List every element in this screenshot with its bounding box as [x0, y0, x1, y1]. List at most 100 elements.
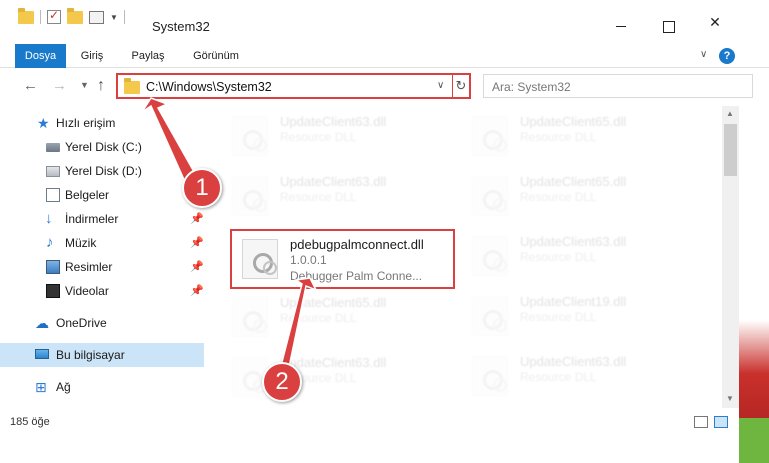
- dll-file-icon: [232, 116, 268, 156]
- pin-icon[interactable]: 📌: [190, 255, 204, 279]
- scroll-down-icon[interactable]: ▼: [726, 394, 734, 403]
- file-description: Resource DLL: [520, 250, 597, 264]
- sidebar-item-documents[interactable]: Belgeler: [0, 183, 204, 207]
- dll-file-icon: [472, 236, 508, 276]
- file-description: Resource DLL: [520, 190, 597, 204]
- music-icon: ♪: [46, 234, 54, 251]
- new-folder-icon[interactable]: [67, 7, 83, 24]
- sidebar-item-pictures[interactable]: Resimler 📌: [0, 255, 204, 279]
- chevron-down-icon[interactable]: ∨: [437, 80, 444, 91]
- properties-check-icon[interactable]: [47, 8, 61, 24]
- close-button[interactable]: ✕: [692, 14, 738, 40]
- sidebar-item-quick-access[interactable]: ★ Hızlı erişim: [0, 111, 204, 135]
- pin-icon[interactable]: 📌: [190, 231, 204, 255]
- sidebar-item-label: Ağ: [56, 380, 71, 394]
- tab-view[interactable]: Görünüm: [184, 44, 248, 68]
- sidebar-item-videos[interactable]: Videolar 📌: [0, 279, 204, 303]
- file-name: UpdateClient65.dll: [280, 295, 387, 310]
- address-text[interactable]: C:\Windows\System32: [146, 80, 272, 94]
- pin-icon[interactable]: 📌: [190, 207, 204, 231]
- status-bar: 185 öğe: [0, 408, 739, 463]
- dll-file-icon: [232, 176, 268, 216]
- help-icon[interactable]: ?: [719, 48, 735, 64]
- file-description: Resource DLL: [520, 130, 597, 144]
- sidebar-item-label: Yerel Disk (C:): [65, 140, 142, 154]
- search-input[interactable]: Ara: System32: [483, 74, 753, 98]
- dll-file-icon: [472, 176, 508, 216]
- item-count: 185 öğe: [10, 416, 50, 428]
- folder-icon: [124, 78, 140, 94]
- refresh-icon[interactable]: ↻: [452, 75, 469, 97]
- minimize-button[interactable]: [598, 14, 644, 40]
- tab-share[interactable]: Paylaş: [124, 44, 172, 68]
- desktop-background-accent: [739, 418, 769, 463]
- properties-icon[interactable]: [89, 10, 104, 24]
- file-description: Resource DLL: [280, 190, 357, 204]
- sidebar-item-onedrive[interactable]: ☁ OneDrive: [0, 311, 204, 335]
- sidebar-item-network[interactable]: ⊞ Ağ: [0, 375, 204, 399]
- file-item-pdebugpalmconnect[interactable]: pdebugpalmconnect.dll 1.0.0.1 Debugger P…: [230, 229, 455, 289]
- dll-file-icon: [472, 296, 508, 336]
- network-icon: ⊞: [35, 379, 47, 395]
- maximize-button[interactable]: [645, 14, 691, 40]
- document-icon: [46, 188, 60, 202]
- file-description: Resource DLL: [280, 130, 357, 144]
- scrollbar-thumb[interactable]: [724, 124, 737, 176]
- file-item[interactable]: UpdateClient65.dll Resource DLL: [222, 289, 447, 349]
- file-name: UpdateClient63.dll: [280, 174, 387, 189]
- address-bar[interactable]: C:\Windows\System32 ∨ ↻: [116, 73, 471, 99]
- dll-file-icon: [472, 356, 508, 396]
- sidebar-item-downloads[interactable]: ↓ İndirmeler 📌: [0, 207, 204, 231]
- chevron-down-icon[interactable]: ▼: [80, 80, 89, 90]
- details-view-icon[interactable]: [694, 416, 708, 428]
- file-name: UpdateClient63.dll: [280, 114, 387, 129]
- file-item[interactable]: UpdateClient63.dll Resource DLL: [222, 168, 447, 228]
- tab-file[interactable]: Dosya: [15, 44, 66, 68]
- tab-home[interactable]: Giriş: [72, 44, 112, 68]
- file-item[interactable]: UpdateClient63.dll Resource DLL: [462, 228, 687, 288]
- divider: [123, 10, 125, 24]
- sidebar-item-label: Resimler: [65, 260, 113, 274]
- search-placeholder: Ara: System32: [492, 80, 571, 94]
- drive-icon: [46, 143, 60, 152]
- sidebar-item-label: Belgeler: [65, 188, 110, 202]
- file-item[interactable]: UpdateClient63.dll Resource DLL: [462, 348, 687, 408]
- file-item[interactable]: UpdateClient65.dll Resource DLL: [462, 108, 687, 168]
- sidebar-item-local-disk-d[interactable]: Yerel Disk (D:): [0, 159, 204, 183]
- download-icon: ↓: [45, 210, 53, 227]
- sidebar-item-label: Hızlı erişim: [56, 116, 116, 130]
- sidebar-item-music[interactable]: ♪ Müzik 📌: [0, 231, 204, 255]
- file-item[interactable]: UpdateClient63.dll Resource DLL: [222, 108, 447, 168]
- chevron-down-icon[interactable]: ▼: [110, 13, 118, 22]
- file-description: Resource DLL: [280, 311, 357, 325]
- navigation-pane: ★ Hızlı erişim Yerel Disk (C:) Yerel Dis…: [0, 106, 210, 408]
- cloud-icon: ☁: [35, 315, 49, 331]
- file-description: Debugger Palm Conne...: [290, 269, 423, 283]
- sidebar-item-label: Bu bilgisayar: [56, 348, 125, 362]
- sidebar-item-label: Videolar: [65, 284, 109, 298]
- sidebar-item-label: Yerel Disk (D:): [65, 164, 142, 178]
- sidebar-item-label: OneDrive: [56, 316, 107, 330]
- chevron-down-icon[interactable]: ∨: [700, 49, 707, 60]
- pin-icon[interactable]: 📌: [190, 279, 204, 303]
- forward-arrow-icon[interactable]: →: [52, 77, 67, 94]
- step-badge-2: 2: [262, 362, 302, 402]
- file-name: UpdateClient19.dll: [520, 294, 627, 309]
- back-arrow-icon[interactable]: ←: [23, 77, 38, 94]
- dll-file-icon: [242, 239, 278, 279]
- file-item[interactable]: UpdateClient19.dll Resource DLL: [462, 288, 687, 348]
- file-description: Resource DLL: [520, 310, 597, 324]
- tiles-view-icon[interactable]: [714, 416, 728, 428]
- file-description: Resource DLL: [520, 370, 597, 384]
- up-arrow-icon[interactable]: ↑: [97, 77, 105, 95]
- file-name: UpdateClient65.dll: [520, 114, 627, 129]
- sidebar-item-local-disk-c[interactable]: Yerel Disk (C:): [0, 135, 204, 159]
- scroll-up-icon[interactable]: ▲: [726, 109, 734, 118]
- drive-icon: [46, 166, 60, 177]
- sidebar-item-this-pc[interactable]: Bu bilgisayar: [0, 343, 204, 367]
- file-item[interactable]: UpdateClient65.dll Resource DLL: [462, 168, 687, 228]
- file-item[interactable]: UpdateClient63.dll Resource DLL: [222, 349, 447, 408]
- vertical-scrollbar[interactable]: ▲ ▼: [722, 106, 739, 408]
- file-name: UpdateClient63.dll: [520, 354, 627, 369]
- dll-file-icon: [232, 297, 268, 337]
